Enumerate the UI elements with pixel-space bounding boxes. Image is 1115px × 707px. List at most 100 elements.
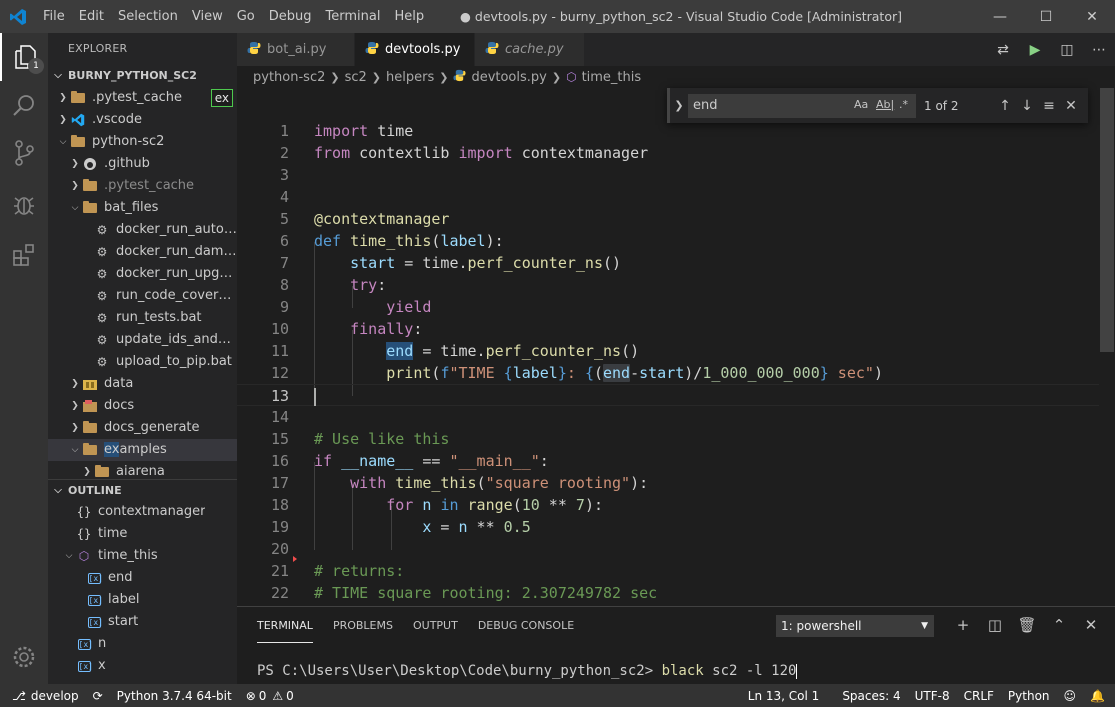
breadcrumb-item[interactable]: python-sc2	[253, 70, 325, 85]
menu-go[interactable]: Go	[230, 0, 262, 33]
arrow-down-icon[interactable]: ↓	[1016, 98, 1038, 114]
outline-item[interactable]: {} time	[48, 523, 237, 545]
folder-item[interactable]: ❯ .pytest_cache	[48, 175, 237, 197]
tab-bot-ai[interactable]: bot_ai.py	[237, 33, 355, 66]
scrollbar-thumb[interactable]	[1100, 88, 1114, 352]
menu-help[interactable]: Help	[387, 0, 431, 33]
tree-item-label: docker_run_upgrade_test.bat	[116, 266, 237, 281]
maximize-icon[interactable]: ☐	[1023, 0, 1069, 33]
folder-item[interactable]: ❯ .github	[48, 153, 237, 175]
explorer-root-header[interactable]: ⌵ BURNY_PYTHON_SC2	[48, 65, 237, 87]
chevron-down-icon: ⌵	[71, 203, 79, 213]
outline-item[interactable]: [x] n	[48, 633, 237, 655]
search-icon[interactable]	[0, 81, 48, 129]
indentation[interactable]: Spaces: 4	[835, 689, 907, 703]
sync-icon[interactable]: ⟳	[86, 689, 110, 703]
breadcrumb-item[interactable]: sc2	[345, 70, 367, 85]
toggle-replace-icon[interactable]: ❯	[670, 99, 688, 112]
debug-icon[interactable]	[0, 181, 48, 229]
code-line: 10 finally:	[270, 320, 423, 338]
menu-view[interactable]: View	[185, 0, 230, 33]
outline-header[interactable]: ⌵ OUTLINE	[48, 479, 237, 501]
tab-cache[interactable]: cache.py	[475, 33, 585, 66]
menu-debug[interactable]: Debug	[262, 0, 319, 33]
run-icon[interactable]: ▶	[1019, 42, 1051, 58]
match-case-toggle[interactable]: Aa	[854, 98, 868, 111]
regex-toggle[interactable]: .*	[899, 98, 908, 111]
trash-icon[interactable]: 🗑	[1011, 613, 1043, 637]
whole-word-toggle[interactable]: Ab|	[876, 98, 894, 111]
folding-marker-icon[interactable]	[293, 556, 297, 562]
more-actions-icon[interactable]: ⋯	[1083, 42, 1115, 58]
tab-problems[interactable]: PROBLEMS	[333, 607, 393, 643]
find-input[interactable]: end Aa Ab| .*	[688, 93, 916, 118]
breadcrumb-item[interactable]: helpers	[386, 70, 434, 85]
folder-item[interactable]: ⌵ examples	[48, 439, 237, 461]
file-item[interactable]: ⚙ docker_run_upgrade_test.bat	[48, 263, 237, 285]
folder-icon	[70, 135, 86, 149]
tab-terminal[interactable]: TERMINAL	[257, 607, 313, 643]
terminal-output[interactable]: PS C:\Users\User\Desktop\Code\burny_pyth…	[257, 663, 798, 679]
close-window-icon[interactable]: ✕	[1069, 0, 1115, 33]
folder-item[interactable]: ⌵ python-sc2	[48, 131, 237, 153]
outline-item-label: label	[108, 592, 140, 607]
file-item[interactable]: ⚙ upload_to_pip.bat	[48, 351, 237, 373]
folder-item[interactable]: ❯ docs	[48, 395, 237, 417]
terminal-select[interactable]: 1: powershell ▼	[776, 615, 934, 637]
files-icon[interactable]: 1	[0, 33, 48, 81]
split-terminal-icon[interactable]: ◫	[979, 613, 1011, 637]
cursor-position[interactable]: Ln 13, Col 1	[741, 689, 836, 703]
file-item[interactable]: ⚙ update_ids_and_pip.bat	[48, 329, 237, 351]
outline-item[interactable]: {} contextmanager	[48, 501, 237, 523]
outline-item[interactable]: [x] start	[48, 611, 237, 633]
folder-item[interactable]: ❯ data	[48, 373, 237, 395]
folder-item[interactable]: ❯ docs_generate	[48, 417, 237, 439]
vscode-folder-icon	[70, 113, 86, 127]
breadcrumb-item[interactable]: devtools.py	[471, 70, 546, 85]
function-cube-icon: ⬡	[566, 70, 577, 84]
find-in-selection-icon[interactable]: ≡	[1038, 98, 1060, 114]
editor-scrollbar[interactable]	[1100, 88, 1114, 606]
outline-item[interactable]: [x] x	[48, 655, 237, 677]
arrow-up-icon[interactable]: ↑	[994, 98, 1016, 114]
encoding[interactable]: UTF-8	[908, 689, 957, 703]
python-interpreter[interactable]: Python 3.7.4 64-bit	[110, 689, 239, 703]
file-item[interactable]: ⚙ docker_run_damage_test.bat	[48, 241, 237, 263]
problems-status[interactable]: ⊗ 0 ⚠ 0	[239, 689, 301, 703]
folder-item[interactable]: ⌵ bat_files	[48, 197, 237, 219]
end-of-line[interactable]: CRLF	[957, 689, 1001, 703]
bell-icon[interactable]: 🔔	[1083, 689, 1115, 703]
breadcrumb-item[interactable]: time_this	[582, 70, 642, 85]
new-terminal-icon[interactable]: +	[947, 613, 979, 637]
menu-selection[interactable]: Selection	[111, 0, 185, 33]
close-find-icon[interactable]: ✕	[1060, 98, 1082, 114]
feedback-icon[interactable]: ☺	[1057, 689, 1084, 703]
menu-file[interactable]: File	[36, 0, 72, 33]
panel-tabs: TERMINAL PROBLEMS OUTPUT DEBUG CONSOLE	[257, 607, 594, 643]
tab-debug-console[interactable]: DEBUG CONSOLE	[478, 607, 574, 643]
file-item[interactable]: ⚙ run_code_coverage.bat	[48, 285, 237, 307]
outline-item[interactable]: [x] end	[48, 567, 237, 589]
settings-gear-icon[interactable]	[0, 633, 48, 681]
source-control-icon[interactable]	[0, 129, 48, 177]
tab-devtools[interactable]: devtools.py	[355, 33, 475, 66]
folder-item[interactable]: ❯ .pytest_cache ex	[48, 87, 237, 109]
close-panel-icon[interactable]: ✕	[1075, 613, 1107, 637]
language-mode[interactable]: Python	[1001, 689, 1057, 703]
outline-item[interactable]: [x] label	[48, 589, 237, 611]
tab-output[interactable]: OUTPUT	[413, 607, 458, 643]
code-editor[interactable]: 1 import time 2 from contextlib import con…	[237, 88, 1115, 606]
status-right: Ln 13, Col 1 Spaces: 4 UTF-8 CRLF Python…	[741, 684, 1115, 707]
folder-item[interactable]: ❯ .vscode	[48, 109, 237, 131]
extensions-icon[interactable]	[0, 231, 48, 279]
file-item[interactable]: ⚙ run_tests.bat	[48, 307, 237, 329]
open-changes-icon[interactable]: ⇄	[987, 42, 1019, 58]
menu-edit[interactable]: Edit	[72, 0, 111, 33]
minimize-icon[interactable]: —	[977, 0, 1023, 33]
split-editor-icon[interactable]: ◫	[1051, 42, 1083, 58]
file-item[interactable]: ⚙ docker_run_autotest.bat	[48, 219, 237, 241]
branch-status[interactable]: ⎇ develop	[0, 689, 86, 703]
outline-item[interactable]: ⌵ ⬡ time_this	[48, 545, 237, 567]
menu-terminal[interactable]: Terminal	[319, 0, 388, 33]
maximize-panel-icon[interactable]: ⌃	[1043, 613, 1075, 637]
